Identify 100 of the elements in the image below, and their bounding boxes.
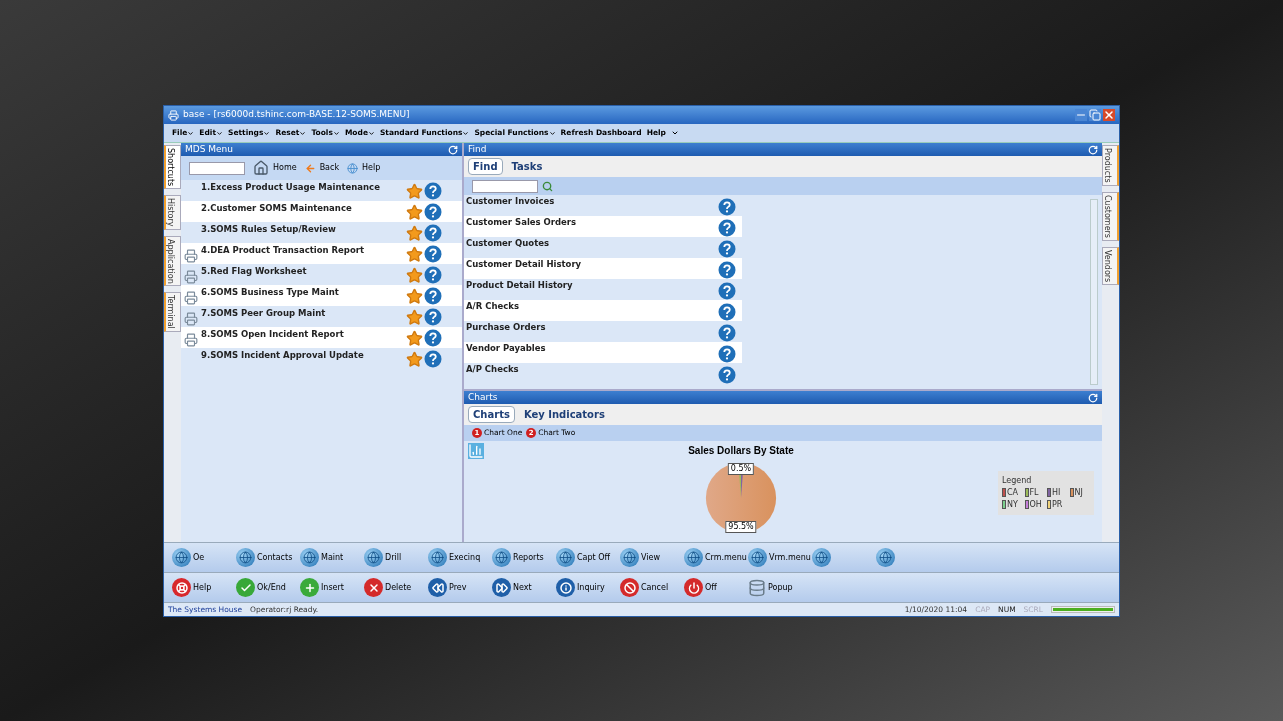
help-icon[interactable] (424, 203, 442, 221)
find-entry[interactable]: A/P Checks (464, 363, 519, 376)
toolbar-button[interactable]: Delete (364, 575, 428, 600)
menu-entry[interactable]: 9.SOMS Incident Approval Update (201, 348, 406, 362)
find-entry[interactable]: Customer Invoices (464, 195, 555, 208)
legend-label: PR (1052, 498, 1063, 511)
printer-icon[interactable] (184, 312, 198, 326)
restore-icon[interactable] (1089, 109, 1101, 121)
toolbar-button[interactable]: Crm.menu (684, 545, 748, 570)
menu-entry[interactable]: 8.SOMS Open Incident Report (201, 327, 406, 341)
menu-entry[interactable]: 2.Customer SOMS Maintenance (201, 201, 406, 215)
menu-entry[interactable]: 7.SOMS Peer Group Maint (201, 306, 406, 320)
menu-entry[interactable]: 1.Excess Product Usage Maintenance (201, 180, 406, 194)
help-icon[interactable] (424, 308, 442, 326)
help-icon[interactable] (424, 350, 442, 368)
toolbar-button[interactable]: Insert (300, 575, 364, 600)
help-icon[interactable] (718, 345, 736, 363)
printer-icon[interactable] (184, 333, 198, 347)
find-entry[interactable]: Product Detail History (464, 279, 573, 292)
help-icon[interactable] (718, 219, 736, 237)
find-entry[interactable]: A/R Checks (464, 300, 519, 313)
tab[interactable]: Tasks (506, 158, 548, 175)
side-tab[interactable]: Products (1102, 145, 1119, 186)
toolbar-button[interactable]: Next (492, 575, 556, 600)
star-icon[interactable] (406, 329, 423, 347)
nav-button[interactable]: Help (347, 162, 381, 174)
menu-entry[interactable]: 5.Red Flag Worksheet (201, 264, 406, 278)
find-entry[interactable]: Vendor Payables (464, 342, 546, 355)
toolbar-button[interactable]: Off (684, 575, 748, 600)
toolbar-button[interactable]: View (620, 545, 684, 570)
side-tab[interactable]: History (164, 195, 181, 230)
toolbar-button[interactable]: Ok/End (236, 575, 300, 600)
panel-title: MDS Menu (185, 143, 233, 156)
star-icon[interactable] (406, 182, 423, 200)
help-icon[interactable] (424, 245, 442, 263)
printer-icon[interactable] (184, 291, 198, 305)
toolbar-button[interactable]: Prev (428, 575, 492, 600)
help-icon[interactable] (424, 329, 442, 347)
chart-icon[interactable] (468, 443, 484, 459)
help-icon[interactable] (718, 282, 736, 300)
find-entry[interactable]: Customer Quotes (464, 237, 550, 250)
nav-button[interactable]: Home (253, 160, 297, 176)
toolbar-button[interactable]: Maint (300, 545, 364, 570)
scrollbar[interactable] (1090, 199, 1098, 385)
star-icon[interactable] (406, 203, 423, 221)
toolbar-button[interactable]: Vrm.menu (748, 545, 812, 570)
star-icon[interactable] (406, 266, 423, 284)
rewind-icon (428, 578, 447, 597)
help-icon[interactable] (424, 266, 442, 284)
toolbar-button[interactable]: Contacts (236, 545, 300, 570)
help-icon[interactable] (718, 240, 736, 258)
search-icon[interactable] (542, 180, 553, 192)
star-icon[interactable] (406, 224, 423, 242)
slice-label: 0.5% (727, 463, 755, 475)
menu-search-field[interactable] (189, 161, 245, 175)
toolbar-button[interactable]: Drill (364, 545, 428, 570)
help-icon[interactable] (718, 261, 736, 279)
find-search-field[interactable] (472, 179, 538, 193)
tab[interactable]: Find (468, 158, 503, 175)
star-icon[interactable] (406, 350, 423, 368)
side-tab[interactable]: Terminal (164, 292, 181, 333)
refresh-icon[interactable] (1088, 392, 1098, 403)
find-entry[interactable]: Purchase Orders (464, 321, 546, 334)
menu-entry[interactable]: 4.DEA Product Transaction Report (201, 243, 406, 257)
toolbar-button[interactable]: Cancel (620, 575, 684, 600)
menu-entry[interactable]: 3.SOMS Rules Setup/Review (201, 222, 406, 236)
refresh-icon[interactable] (1088, 144, 1098, 155)
side-tab[interactable]: Shortcuts (164, 145, 181, 190)
overflow-icon[interactable] (670, 129, 679, 137)
help-icon[interactable] (424, 224, 442, 242)
printer-icon[interactable] (184, 270, 198, 284)
star-icon[interactable] (406, 308, 423, 326)
tab[interactable]: Charts (468, 406, 515, 423)
panel-title: Find (468, 143, 487, 156)
toolbar-button[interactable]: Inquiry (556, 575, 620, 600)
help-icon[interactable] (718, 303, 736, 321)
help-icon[interactable] (424, 182, 442, 200)
help-icon[interactable] (424, 287, 442, 305)
toolbar-button[interactable]: Execinq (428, 545, 492, 570)
side-tab[interactable]: Application (164, 235, 181, 287)
nav-button[interactable]: Back (304, 162, 340, 174)
help-icon[interactable] (718, 366, 736, 384)
refresh-icon[interactable] (448, 144, 458, 155)
toolbar-button[interactable]: Oe (172, 545, 236, 570)
toolbar-button[interactable]: Capt Off (556, 545, 620, 570)
help-icon[interactable] (718, 198, 736, 216)
menu-entry[interactable]: 6.SOMS Business Type Maint (201, 285, 406, 299)
help-icon[interactable] (718, 324, 736, 342)
toolbar-button[interactable]: Help (172, 575, 236, 600)
x-icon (364, 578, 383, 597)
side-tab[interactable]: Customers (1102, 191, 1119, 241)
toolbar-button[interactable]: Reports (492, 545, 556, 570)
star-icon[interactable] (406, 287, 423, 305)
close-icon[interactable] (1103, 109, 1115, 121)
legend-label: HI (1052, 486, 1061, 499)
tab[interactable]: Key Indicators (518, 406, 610, 423)
star-icon[interactable] (406, 245, 423, 263)
printer-icon[interactable] (184, 249, 198, 263)
side-tab[interactable]: Vendors (1102, 246, 1119, 285)
toolbar-button[interactable]: Popup (748, 575, 812, 600)
